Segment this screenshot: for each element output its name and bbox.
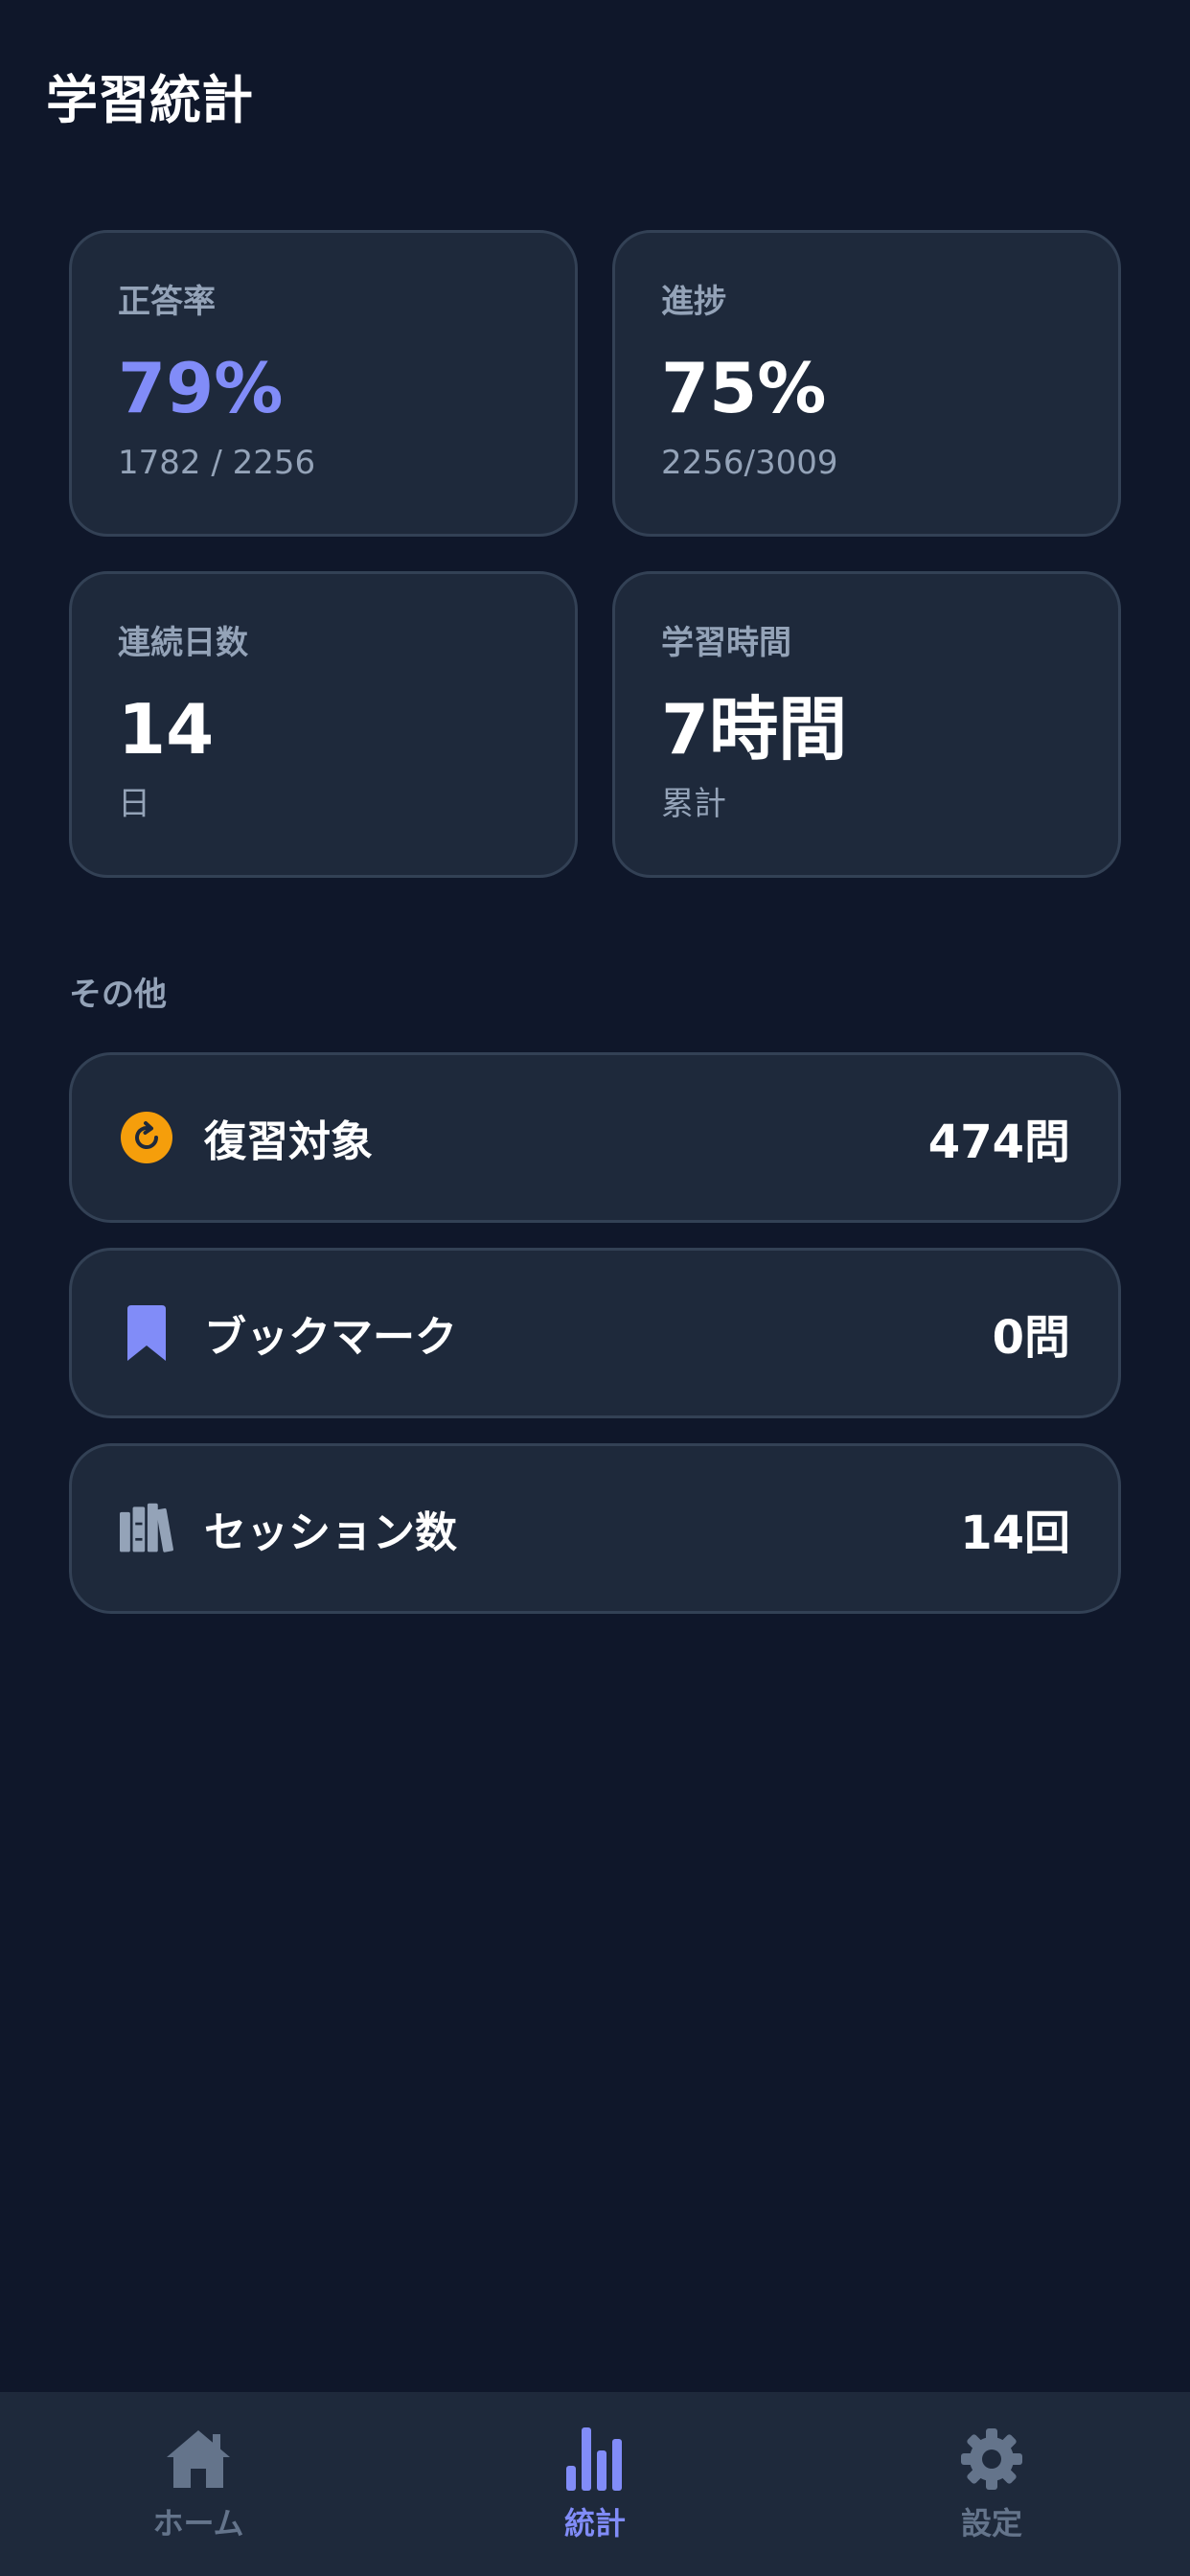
sessions-row[interactable]: セッション数 14回 bbox=[69, 1443, 1121, 1614]
row-value: 14回 bbox=[960, 1506, 1070, 1560]
stat-value: 7時間 bbox=[661, 689, 848, 770]
tab-home[interactable]: ホーム bbox=[0, 2392, 397, 2576]
row-value: 474問 bbox=[927, 1116, 1070, 1169]
stat-label: 学習時間 bbox=[661, 624, 791, 662]
stat-value: 14 bbox=[118, 689, 215, 770]
bookmark-icon bbox=[120, 1304, 173, 1362]
stat-value: 75% bbox=[661, 348, 827, 428]
section-heading-other: その他 bbox=[69, 976, 167, 1014]
books-icon bbox=[120, 1500, 173, 1557]
review-items-row[interactable]: 復習対象 474問 bbox=[69, 1052, 1121, 1223]
stat-sub: 累計 bbox=[661, 785, 726, 823]
row-label: セッション数 bbox=[204, 1508, 457, 1557]
tab-bar: ホーム 統計 設定 bbox=[0, 2392, 1190, 2576]
stat-label: 進捗 bbox=[661, 283, 726, 321]
tab-label: ホーム bbox=[152, 2505, 244, 2542]
stat-card-accuracy: 正答率 79% 1782 / 2256 bbox=[69, 230, 578, 537]
row-value: 0問 bbox=[992, 1311, 1070, 1365]
tab-stats[interactable]: 統計 bbox=[397, 2392, 793, 2576]
stat-label: 連続日数 bbox=[118, 624, 248, 662]
bar-chart-icon bbox=[561, 2426, 629, 2492]
tab-label: 統計 bbox=[563, 2505, 626, 2542]
stat-card-progress: 進捗 75% 2256/3009 bbox=[612, 230, 1121, 537]
stat-card-streak: 連続日数 14 日 bbox=[69, 571, 578, 878]
stat-sub: 1782 / 2256 bbox=[118, 444, 316, 482]
row-label: 復習対象 bbox=[204, 1117, 373, 1166]
gear-icon bbox=[957, 2426, 1026, 2492]
stat-label: 正答率 bbox=[118, 283, 216, 321]
page-title: 学習統計 bbox=[46, 70, 253, 130]
stat-sub: 日 bbox=[118, 785, 150, 823]
home-icon bbox=[164, 2426, 233, 2492]
row-label: ブックマーク bbox=[204, 1313, 457, 1362]
stat-card-study-time: 学習時間 7時間 累計 bbox=[612, 571, 1121, 878]
tab-settings[interactable]: 設定 bbox=[793, 2392, 1190, 2576]
stat-value: 79% bbox=[118, 348, 284, 428]
stats-grid: 正答率 79% 1782 / 2256 進捗 75% 2256/3009 連続日… bbox=[69, 230, 1121, 878]
tab-label: 設定 bbox=[960, 2505, 1022, 2542]
stats-screen: 学習統計 正答率 79% 1782 / 2256 進捗 75% 2256/300… bbox=[0, 0, 1190, 2576]
review-refresh-icon bbox=[120, 1109, 173, 1166]
stat-sub: 2256/3009 bbox=[661, 444, 838, 482]
bookmark-row[interactable]: ブックマーク 0問 bbox=[69, 1248, 1121, 1418]
other-list: 復習対象 474問 ブックマーク 0問 セッション数 14回 bbox=[69, 1052, 1121, 1639]
